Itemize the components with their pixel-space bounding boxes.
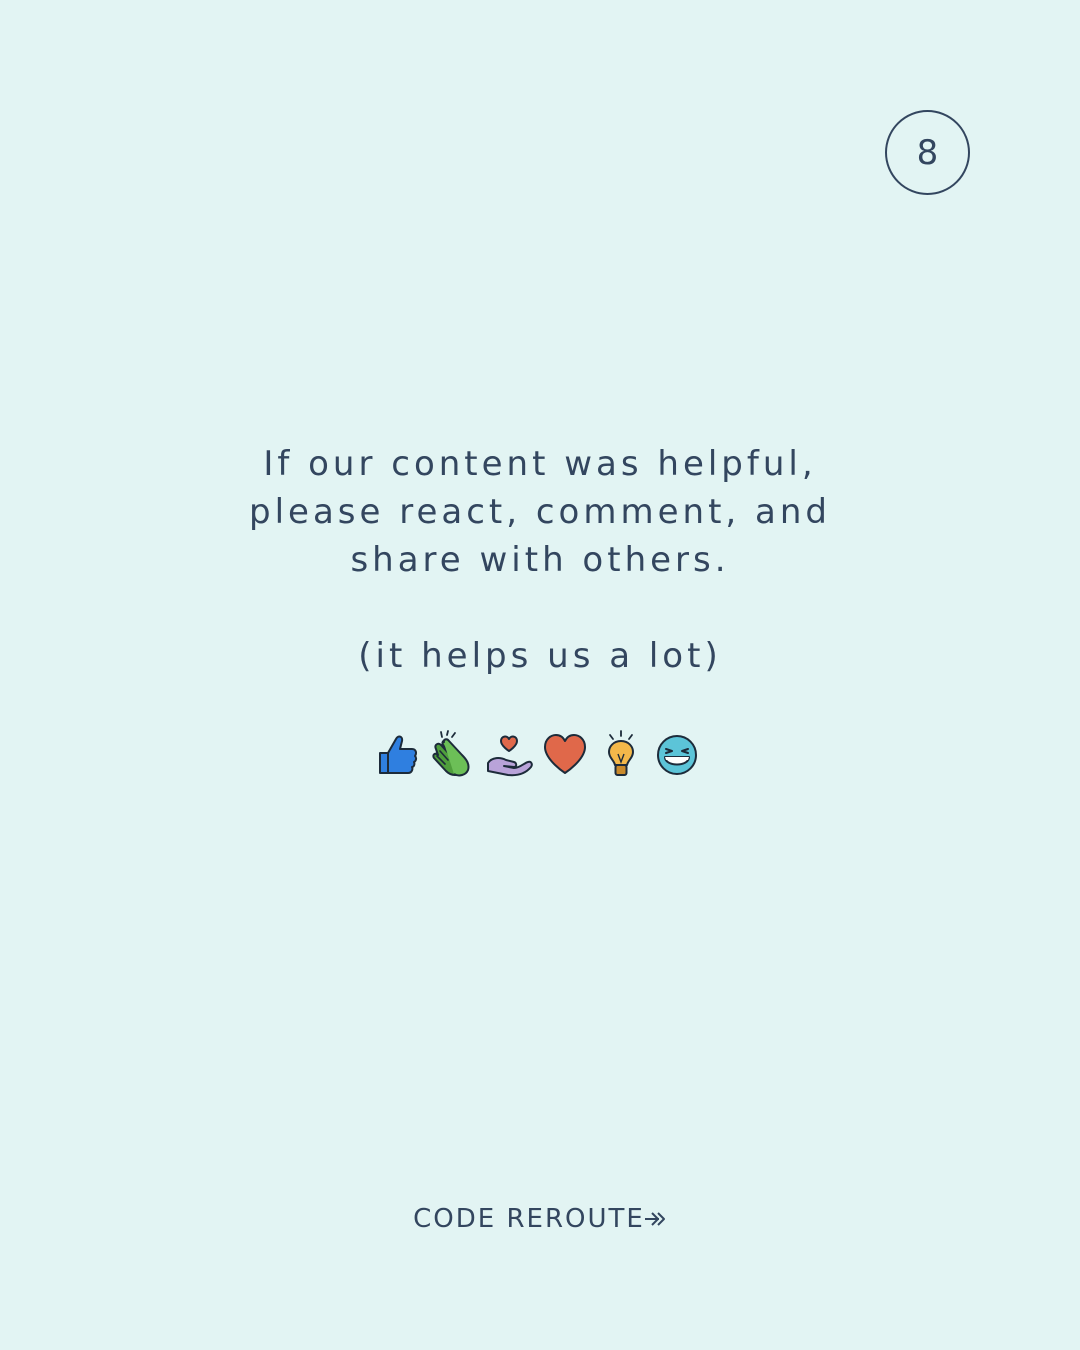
message-line-2: please react, comment, and: [249, 492, 831, 532]
message-line-1: If our content was helpful,: [263, 444, 817, 484]
lightbulb-icon: [608, 730, 634, 776]
page-number-badge: 8: [885, 110, 970, 195]
message-line-3: share with others.: [350, 540, 730, 580]
heart-icon: [544, 734, 586, 774]
message-subtext: (it helps us a lot): [358, 636, 722, 676]
thumbs-up-icon: [379, 735, 418, 774]
reaction-icons-row: [372, 728, 702, 780]
brand-name: CODE REROUTE: [413, 1204, 645, 1234]
heart-in-hand-icon: [487, 735, 533, 777]
double-arrow-icon: [644, 1212, 665, 1226]
laughing-face-icon: [657, 735, 697, 775]
page-number: 8: [916, 132, 939, 173]
call-to-action-message: If our content was helpful, please react…: [140, 440, 940, 584]
clapping-hands-icon: [432, 730, 470, 777]
brand-logo: CODE REROUTE: [0, 1204, 1080, 1234]
